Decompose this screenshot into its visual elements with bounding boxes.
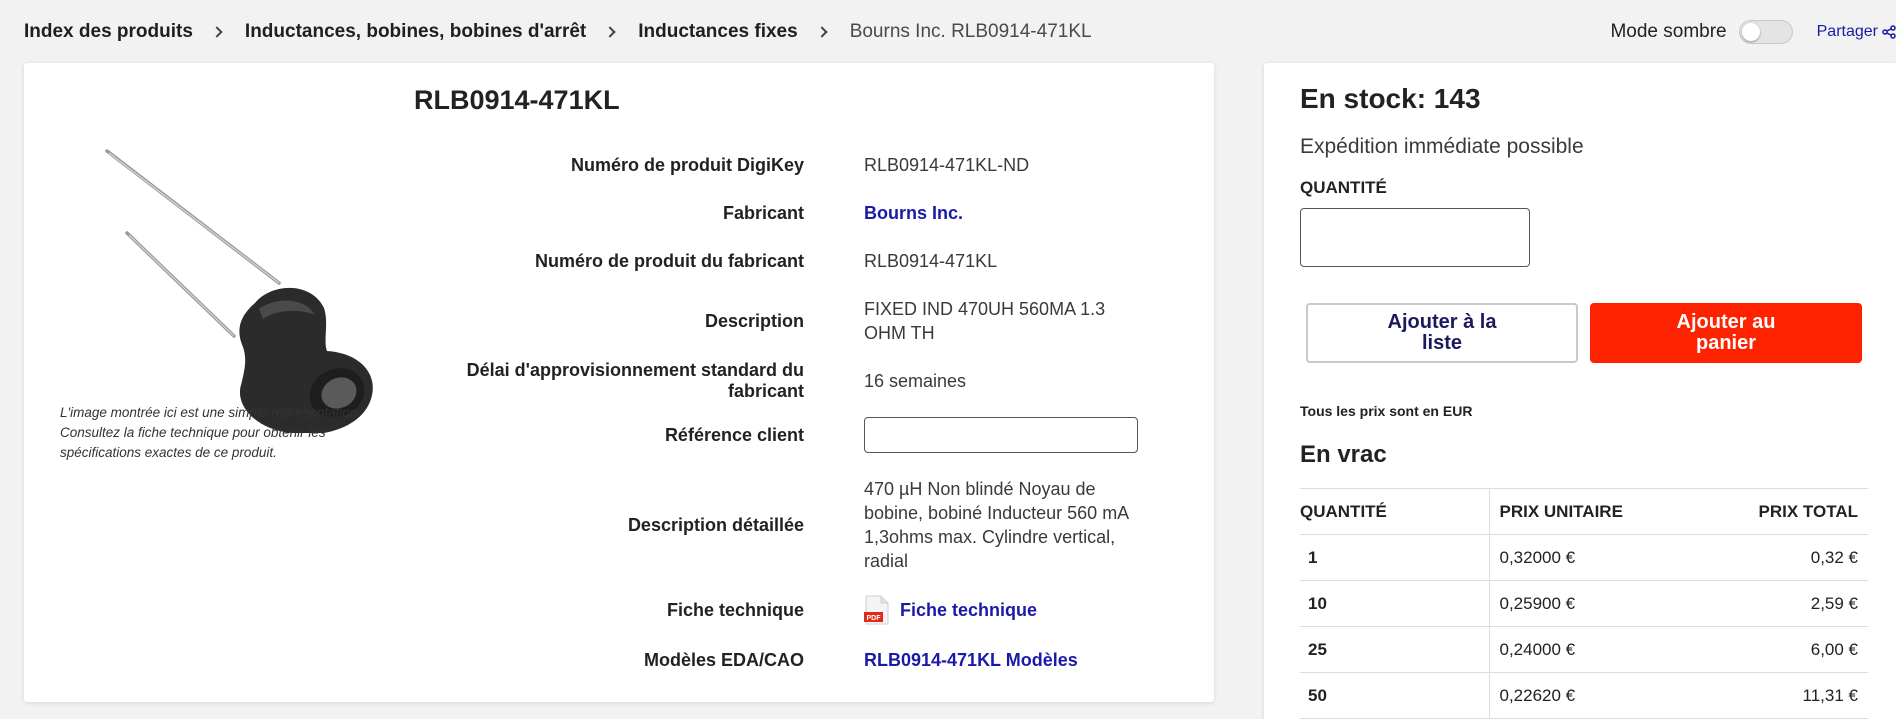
chevron-right-icon [816, 26, 828, 38]
top-bar: Index des produits Inductances, bobines,… [0, 0, 1896, 64]
column-quantity: QUANTITÉ [1300, 488, 1489, 535]
datasheet-link-text[interactable]: Fiche technique [900, 598, 1037, 622]
spec-label: Modèles EDA/CAO [643, 649, 804, 670]
header-actions: Mode sombre Partager [1610, 0, 1896, 64]
spec-row-description: Description FIXED IND 470UH 560MA 1.3 OH… [414, 285, 1194, 357]
row-total-price: 6,00 € [1679, 626, 1868, 673]
price-table: QUANTITÉ PRIX UNITAIRE PRIX TOTAL 1 0,32… [1300, 488, 1868, 719]
row-quantity: 25 [1300, 626, 1489, 673]
share-button[interactable]: Partager [1817, 23, 1896, 41]
chevron-right-icon [604, 26, 616, 38]
row-unit-price: 0,22620 € [1488, 672, 1679, 719]
share-label: Partager [1816, 23, 1878, 40]
spec-table: Numéro de produit DigiKey RLB0914-471KL-… [414, 141, 1194, 685]
row-quantity: 10 [1300, 580, 1489, 627]
dark-mode-toggle[interactable] [1738, 20, 1793, 44]
column-unit-price: PRIX UNITAIRE [1488, 488, 1679, 535]
spec-label: Référence client [664, 424, 804, 445]
spec-row-customer-ref: Référence client [414, 405, 1194, 465]
spec-row-mfr-pn: Numéro de produit du fabricant RLB0914-4… [414, 237, 1194, 285]
table-row: 10 0,25900 € 2,59 € [1300, 580, 1868, 627]
row-total-price: 0,32 € [1679, 534, 1868, 581]
spec-row-datasheet: Fiche technique PDF Fiche technique [414, 585, 1194, 635]
quantity-input[interactable] [1300, 208, 1530, 267]
pricing-card: En stock: 143 Expédition immédiate possi… [1264, 63, 1896, 719]
spec-row-detailed-description: Description détaillée 470 µH Non blindé … [414, 465, 1194, 585]
row-quantity: 50 [1300, 672, 1489, 719]
table-row: 25 0,24000 € 6,00 € [1300, 626, 1868, 673]
share-icon [1882, 25, 1896, 39]
spec-row-digikey-pn: Numéro de produit DigiKey RLB0914-471KL-… [414, 141, 1194, 189]
row-total-price: 11,31 € [1679, 672, 1868, 719]
breadcrumb-current: Bourns Inc. RLB0914-471KL [849, 21, 1092, 42]
eda-models-link[interactable]: RLB0914-471KL Modèles [864, 648, 1164, 672]
spec-label: Numéro de produit du fabricant [534, 250, 804, 271]
spec-label: Description [704, 310, 804, 331]
add-to-cart-button[interactable]: Ajouter au panier [1590, 303, 1862, 363]
price-table-header: QUANTITÉ PRIX UNITAIRE PRIX TOTAL [1300, 488, 1868, 535]
table-row: 50 0,22620 € 11,31 € [1300, 672, 1868, 719]
quantity-label: QUANTITÉ [1300, 178, 1387, 197]
customer-reference-input[interactable] [864, 417, 1138, 453]
spec-label: Fiche technique [666, 599, 804, 620]
spec-label: Description détaillée [627, 514, 804, 535]
spec-label: Numéro de produit DigiKey [570, 154, 804, 175]
customer-ref-cell [864, 417, 1164, 453]
spec-value: 16 semaines [864, 371, 967, 391]
spec-row-lead-time: Délai d'approvisionnement standard du fa… [414, 357, 1194, 405]
row-unit-price: 0,32000 € [1488, 534, 1679, 581]
manufacturer-link[interactable]: Bourns Inc. [864, 201, 1164, 225]
row-total-price: 2,59 € [1679, 580, 1868, 627]
spec-value: RLB0914-471KL-ND [864, 155, 1030, 175]
column-total-price: PRIX TOTAL [1679, 488, 1868, 535]
spec-label: Délai d'approvisionnement standard du fa… [466, 360, 804, 401]
breadcrumb: Index des produits Inductances, bobines,… [24, 21, 1092, 43]
row-quantity: 1 [1300, 534, 1489, 581]
currency-note: Tous les prix sont en EUR [1300, 403, 1473, 419]
row-unit-price: 0,24000 € [1488, 626, 1679, 673]
spec-row-manufacturer: Fabricant Bourns Inc. [414, 189, 1194, 237]
pdf-icon: PDF [864, 595, 889, 625]
table-row: 1 0,32000 € 0,32 € [1300, 534, 1868, 581]
breadcrumb-fixed-inductors[interactable]: Inductances fixes [638, 21, 797, 43]
svg-text:PDF: PDF [867, 615, 882, 622]
toggle-knob [1741, 23, 1760, 41]
row-unit-price: 0,25900 € [1488, 580, 1679, 627]
spec-row-eda-models: Modèles EDA/CAO RLB0914-471KL Modèles [414, 635, 1194, 685]
datasheet-link[interactable]: PDF Fiche technique [864, 595, 1164, 625]
chevron-right-icon [211, 26, 223, 38]
shipping-status: Expédition immédiate possible [1300, 135, 1584, 158]
bulk-pricing-title: En vrac [1300, 441, 1387, 468]
add-to-list-button[interactable]: Ajouter à la liste [1306, 303, 1578, 363]
spec-value: 470 µH Non blindé Noyau de bobine, bobin… [864, 479, 1129, 571]
breadcrumb-inductors[interactable]: Inductances, bobines, bobines d'arrêt [245, 21, 586, 43]
image-disclaimer: L'image montrée ici est une simple repré… [60, 405, 362, 460]
stock-count: En stock: 143 [1300, 83, 1481, 114]
breadcrumb-product-index[interactable]: Index des produits [24, 21, 193, 43]
product-details-card: L'image montrée ici est une simple repré… [24, 63, 1214, 702]
dark-mode-label: Mode sombre [1610, 21, 1727, 42]
spec-value: FIXED IND 470UH 560MA 1.3 OHM TH [864, 299, 1106, 343]
spec-label: Fabricant [722, 202, 804, 223]
spec-value: RLB0914-471KL [864, 251, 998, 271]
product-title: RLB0914-471KL [414, 85, 620, 115]
product-image[interactable] [79, 103, 399, 433]
